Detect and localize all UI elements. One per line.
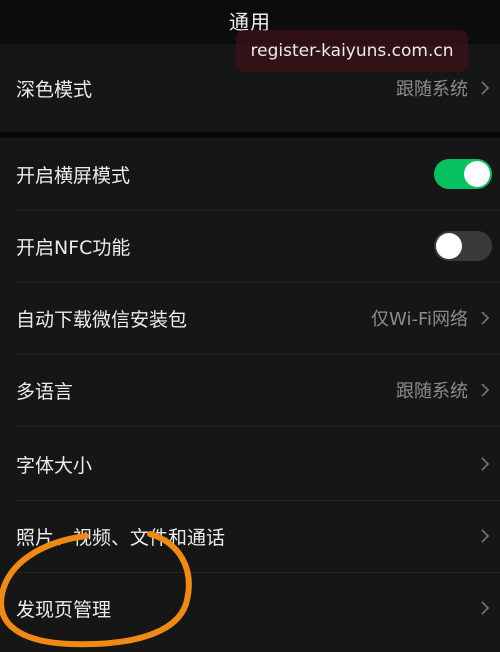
row-language-value: 跟随系统	[396, 381, 468, 402]
row-landscape-label: 开启横屏模式	[16, 164, 131, 187]
row-divider	[16, 426, 500, 427]
row-auto-download-label: 自动下载微信安装包	[16, 308, 188, 331]
watermark-overlay: register-kaiyuns.com.cn	[236, 30, 468, 72]
row-auto-download-value: 仅Wi-Fi网络	[371, 309, 468, 330]
landscape-toggle[interactable]	[434, 159, 492, 189]
row-nfc-label: 开启NFC功能	[16, 236, 131, 259]
row-discover-label: 发现页管理	[16, 598, 112, 621]
row-language-label: 多语言	[16, 380, 74, 403]
toggle-knob	[436, 233, 462, 259]
row-dark-mode-value: 跟随系统	[396, 79, 468, 100]
chevron-right-icon	[481, 311, 490, 325]
row-media[interactable]: 照片、视频、文件和通话	[0, 500, 500, 572]
row-discover[interactable]: 发现页管理	[0, 572, 500, 644]
toggle-knob	[464, 161, 490, 187]
row-font-size-label: 字体大小	[16, 454, 93, 477]
row-landscape[interactable]: 开启横屏模式	[0, 138, 500, 210]
row-language[interactable]: 多语言 跟随系统	[0, 354, 500, 426]
section-general: 开启横屏模式 开启NFC功能 自动下载微信安装包 仅Wi-Fi网络 多语言 跟随…	[0, 138, 500, 652]
row-font-size[interactable]: 字体大小	[0, 428, 500, 500]
settings-screen: 通用 register-kaiyuns.com.cn 深色模式 跟随系统 开启横…	[0, 0, 500, 652]
chevron-right-icon	[481, 81, 490, 95]
row-auto-download[interactable]: 自动下载微信安装包 仅Wi-Fi网络	[0, 282, 500, 354]
row-dark-mode-label: 深色模式	[16, 78, 93, 101]
chevron-right-icon	[481, 529, 490, 543]
chevron-right-icon	[481, 601, 490, 615]
chevron-right-icon	[481, 383, 490, 397]
row-media-label: 照片、视频、文件和通话	[16, 526, 226, 549]
nfc-toggle[interactable]	[434, 231, 492, 261]
row-nfc[interactable]: 开启NFC功能	[0, 210, 500, 282]
chevron-right-icon	[481, 457, 490, 471]
